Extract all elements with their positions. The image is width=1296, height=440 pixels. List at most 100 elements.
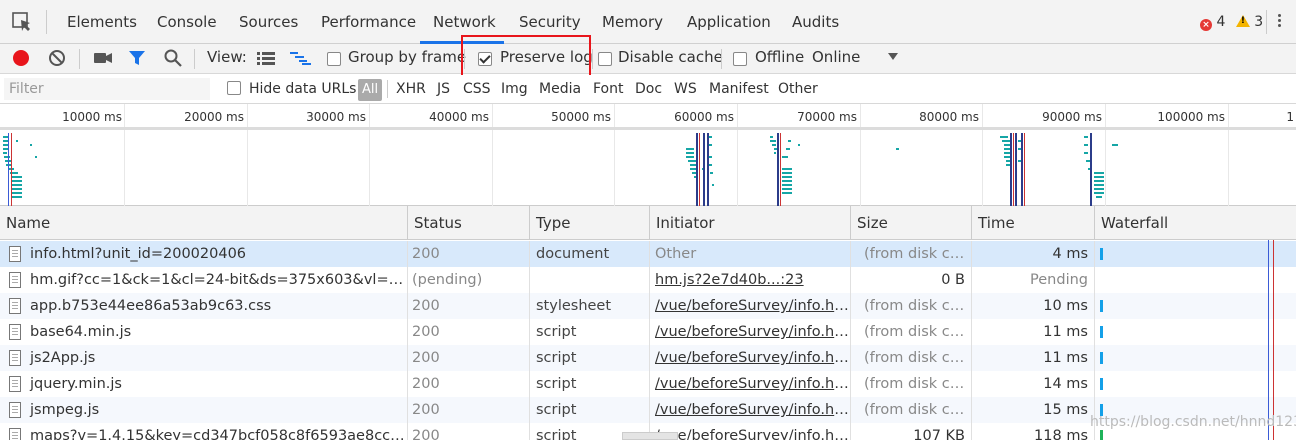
request-waterfall xyxy=(1095,241,1296,267)
tab-console[interactable]: Console xyxy=(157,0,217,44)
offline-label: Offline xyxy=(755,48,805,66)
table-row[interactable]: jquery.min.js 200 script /vue/beforeSurv… xyxy=(0,371,1296,397)
network-toolbar: View: Group by frame Preserve log Disabl… xyxy=(0,44,1296,74)
tab-memory[interactable]: Memory xyxy=(602,0,663,44)
hide-data-urls-checkbox[interactable] xyxy=(227,81,241,95)
request-initiator-link[interactable]: /vue/beforeSurvey/info.ht... xyxy=(650,371,851,397)
filter-type-all[interactable]: All xyxy=(358,79,382,101)
tab-audits[interactable]: Audits xyxy=(792,0,839,44)
inspect-element-icon[interactable] xyxy=(11,11,33,33)
filter-input[interactable] xyxy=(4,78,210,100)
filter-funnel-icon[interactable] xyxy=(128,49,146,67)
column-header-name[interactable]: Name xyxy=(0,206,408,240)
column-header-time[interactable]: Time xyxy=(972,206,1095,240)
overview-tick: 90000 ms xyxy=(1042,110,1102,124)
screenshot-camera-icon[interactable] xyxy=(93,50,113,66)
filter-type-xhr[interactable]: XHR xyxy=(396,79,426,99)
column-header-size[interactable]: Size xyxy=(851,206,972,240)
request-status: 200 xyxy=(408,423,530,440)
column-header-type[interactable]: Type xyxy=(530,206,650,240)
horizontal-scrollbar[interactable] xyxy=(622,432,678,440)
request-initiator-link[interactable]: /vue/beforeSurvey/info.ht... xyxy=(650,345,851,371)
request-type: script xyxy=(530,371,650,397)
overview-tick: 10000 ms xyxy=(62,110,122,124)
devtools-tabs-bar: Elements Console Sources Performance Net… xyxy=(0,0,1296,44)
filter-type-font[interactable]: Font xyxy=(593,79,623,99)
overview-tick: 20000 ms xyxy=(184,110,244,124)
request-type: document xyxy=(530,241,650,267)
request-time: Pending xyxy=(972,267,1095,293)
column-header-initiator[interactable]: Initiator xyxy=(650,206,851,240)
record-icon[interactable] xyxy=(11,48,31,68)
dom-content-loaded-line xyxy=(1268,240,1269,440)
request-initiator-link[interactable]: /vue/beforeSurvey/info.ht... xyxy=(650,423,851,440)
table-row[interactable]: base64.min.js 200 script /vue/beforeSurv… xyxy=(0,319,1296,345)
tab-elements[interactable]: Elements xyxy=(67,0,137,44)
request-size: 107 KB xyxy=(851,423,972,440)
request-status: 200 xyxy=(408,241,530,267)
request-type xyxy=(530,267,650,293)
request-initiator-link[interactable]: /vue/beforeSurvey/info.ht... xyxy=(650,293,851,319)
tab-sources[interactable]: Sources xyxy=(239,0,298,44)
request-time: 10 ms xyxy=(972,293,1095,319)
overview-waterfall-icon[interactable] xyxy=(290,51,312,65)
request-status: 200 xyxy=(408,345,530,371)
request-initiator-link[interactable]: /vue/beforeSurvey/info.ht... xyxy=(650,319,851,345)
more-options-icon[interactable] xyxy=(1276,12,1282,32)
filter-type-css[interactable]: CSS xyxy=(463,79,491,99)
request-size: (from disk cac... xyxy=(851,241,972,267)
disable-cache-checkbox[interactable] xyxy=(598,52,612,66)
waterfall-bar xyxy=(1100,430,1103,440)
request-initiator-link[interactable]: /vue/beforeSurvey/info.ht... xyxy=(650,397,851,423)
request-size: (from disk cac... xyxy=(851,397,972,423)
offline-checkbox[interactable] xyxy=(733,52,747,66)
tab-application[interactable]: Application xyxy=(687,0,771,44)
group-by-frame-checkbox[interactable] xyxy=(327,52,341,66)
table-row[interactable]: app.b753e44ee86a53ab9c63.css 200 stylesh… xyxy=(0,293,1296,319)
filter-type-ws[interactable]: WS xyxy=(674,79,697,99)
overview-ruler: 10000 ms 20000 ms 30000 ms 40000 ms 5000… xyxy=(0,104,1296,130)
request-name: jquery.min.js xyxy=(0,371,408,397)
large-rows-icon[interactable] xyxy=(257,51,275,65)
table-header: Name Status Type Initiator Size Time Wat… xyxy=(0,206,1296,240)
table-row[interactable]: hm.gif?cc=1&ck=1&cl=24-bit&ds=375x603&vl… xyxy=(0,267,1296,293)
filter-type-other[interactable]: Other xyxy=(778,79,818,99)
filter-divider xyxy=(387,80,388,98)
watermark: https://blog.csdn.net/hnnd123 xyxy=(1090,414,1296,430)
group-by-frame-label: Group by frame xyxy=(348,48,467,66)
request-waterfall xyxy=(1095,293,1296,319)
request-status: (pending) xyxy=(408,267,530,293)
request-initiator-link[interactable]: hm.js?2e7d40b...:23 xyxy=(650,267,851,293)
request-type: stylesheet xyxy=(530,293,650,319)
request-type: script xyxy=(530,345,650,371)
request-type: script xyxy=(530,319,650,345)
request-time: 118 ms xyxy=(972,423,1095,440)
network-overview-timeline[interactable]: 10000 ms 20000 ms 30000 ms 40000 ms 5000… xyxy=(0,104,1296,206)
chevron-down-icon[interactable] xyxy=(887,52,899,62)
request-status: 200 xyxy=(408,371,530,397)
request-waterfall xyxy=(1095,267,1296,293)
throttling-select[interactable]: Online xyxy=(812,48,860,66)
waterfall-bar xyxy=(1100,248,1103,260)
filter-type-js[interactable]: JS xyxy=(437,79,450,99)
request-name: hm.gif?cc=1&ck=1&cl=24-bit&ds=375x603&vl… xyxy=(0,267,408,293)
counter-divider xyxy=(1266,10,1267,34)
filter-type-doc[interactable]: Doc xyxy=(635,79,662,99)
table-row[interactable]: info.html?unit_id=200020406 200 document… xyxy=(0,241,1296,267)
column-header-status[interactable]: Status xyxy=(408,206,530,240)
request-time: 11 ms xyxy=(972,345,1095,371)
column-header-waterfall[interactable]: Waterfall xyxy=(1095,206,1296,240)
request-size: (from disk cac... xyxy=(851,345,972,371)
clear-icon[interactable] xyxy=(47,48,67,68)
filter-type-media[interactable]: Media xyxy=(539,79,581,99)
filter-type-img[interactable]: Img xyxy=(501,79,528,99)
filter-type-manifest[interactable]: Manifest xyxy=(709,79,769,99)
request-name: app.b753e44ee86a53ab9c63.css xyxy=(0,293,408,319)
search-icon[interactable] xyxy=(163,48,183,68)
hide-data-urls-label: Hide data URLs xyxy=(249,81,357,97)
tab-performance[interactable]: Performance xyxy=(321,0,416,44)
issue-counter[interactable]: × 4 3 xyxy=(1200,12,1263,32)
waterfall-bar xyxy=(1100,378,1103,390)
overview-tick: 100000 ms xyxy=(1157,110,1225,124)
table-row[interactable]: js2App.js 200 script /vue/beforeSurvey/i… xyxy=(0,345,1296,371)
